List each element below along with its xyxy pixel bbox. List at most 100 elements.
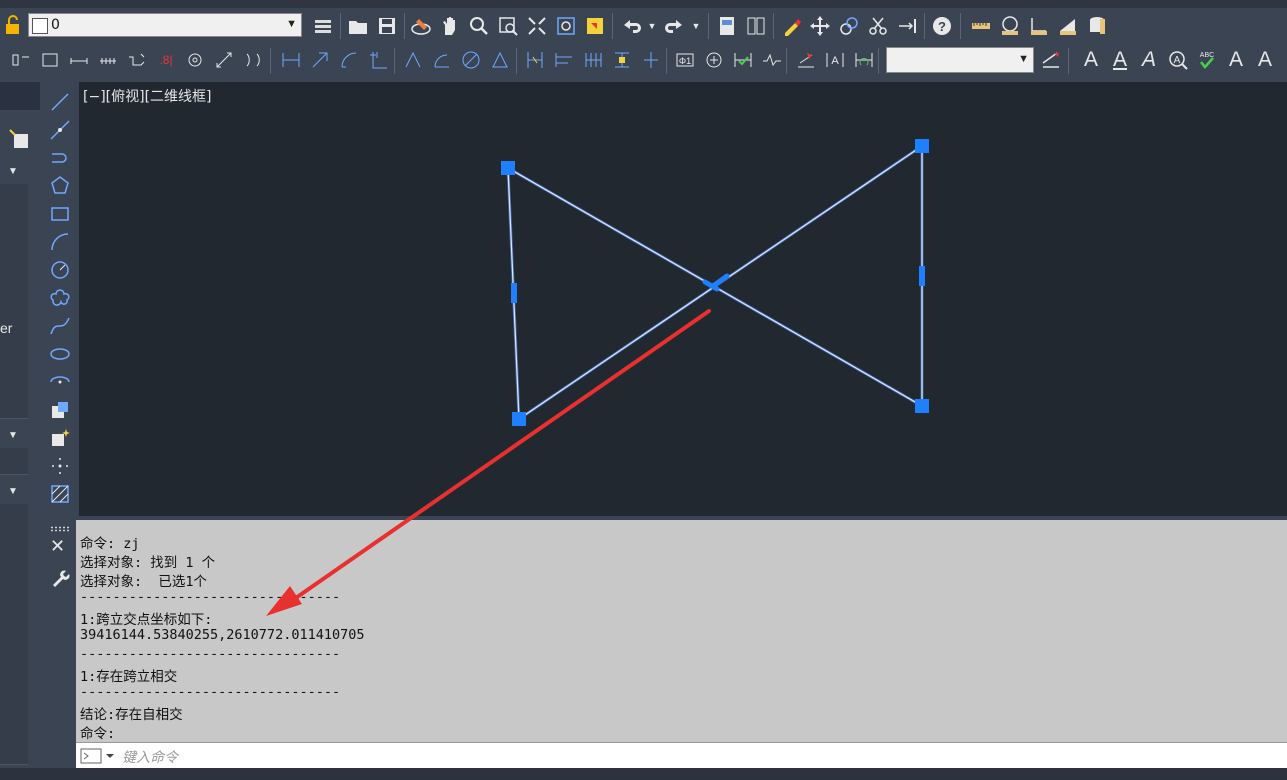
layer-lock-icon[interactable] xyxy=(2,14,24,36)
text-style-icon[interactable]: A xyxy=(1078,47,1104,73)
palette-row[interactable] xyxy=(0,210,28,237)
dim-tolerance-icon[interactable]: .8| xyxy=(153,47,179,73)
insert-block-icon[interactable] xyxy=(48,398,72,422)
palette-row[interactable] xyxy=(0,686,28,713)
jogged-linear-icon[interactable] xyxy=(759,47,785,73)
dim-space-icon[interactable] xyxy=(95,47,121,73)
chevron-down-icon[interactable]: ▼ xyxy=(0,422,26,448)
point-icon[interactable] xyxy=(48,454,72,478)
open-icon[interactable] xyxy=(345,13,371,39)
measure-radius-icon[interactable] xyxy=(997,13,1023,39)
dim-center-icon[interactable] xyxy=(609,47,635,73)
dim-style-dropdown[interactable]: ▼ xyxy=(886,47,1034,73)
dim-arc-icon[interactable] xyxy=(336,47,362,73)
layer-tools-icon[interactable] xyxy=(310,13,336,39)
palette-row[interactable] xyxy=(0,392,28,419)
dim-angular-icon[interactable] xyxy=(400,47,426,73)
ellipse-icon[interactable] xyxy=(48,342,72,366)
zoom-window-icon[interactable] xyxy=(495,13,521,39)
dim-break-icon[interactable] xyxy=(124,47,150,73)
dim-cross-icon[interactable] xyxy=(638,47,664,73)
undo-dropdown-icon[interactable]: ▼ xyxy=(644,13,660,39)
wrench-icon[interactable] xyxy=(49,566,71,593)
dim-check-icon[interactable] xyxy=(730,47,756,73)
ellipse-arc-icon[interactable] xyxy=(48,370,72,394)
zoom-extents-icon[interactable] xyxy=(524,13,550,39)
dim-center-circle-icon[interactable] xyxy=(701,47,727,73)
midpoint-grip[interactable] xyxy=(511,283,517,303)
text-justify-icon[interactable]: A xyxy=(1252,47,1278,73)
dim-continue-icon[interactable] xyxy=(37,47,63,73)
measure-volume-icon[interactable] xyxy=(1084,13,1110,39)
spline-icon[interactable] xyxy=(48,314,72,338)
dim-aligned-icon[interactable] xyxy=(307,47,333,73)
hatch-icon[interactable] xyxy=(48,482,72,506)
polyline-icon[interactable] xyxy=(48,146,72,170)
properties-icon[interactable] xyxy=(714,13,740,39)
polygon-icon[interactable] xyxy=(48,174,72,198)
save-icon[interactable] xyxy=(374,13,400,39)
line-icon[interactable] xyxy=(48,90,72,114)
palette-row[interactable] xyxy=(0,582,28,609)
dim-quick-icon[interactable] xyxy=(8,47,34,73)
palette-row[interactable] xyxy=(0,660,28,687)
command-window-grip[interactable]: ✕ xyxy=(45,520,75,780)
dim-ordinate-icon[interactable] xyxy=(365,47,391,73)
extend-icon[interactable] xyxy=(894,13,920,39)
move-icon[interactable] xyxy=(807,13,833,39)
dim-baseline2-icon[interactable] xyxy=(551,47,577,73)
chevron-down-icon[interactable]: ▼ xyxy=(0,158,26,184)
dim-baseline-icon[interactable] xyxy=(66,47,92,73)
dim-jog-icon[interactable] xyxy=(211,47,237,73)
palette-row[interactable] xyxy=(0,634,28,661)
palette-row[interactable] xyxy=(0,184,28,211)
3d-view-icon[interactable] xyxy=(582,13,608,39)
text-icon[interactable]: A xyxy=(1107,47,1133,73)
palette-row[interactable] xyxy=(0,556,28,583)
layer-dropdown[interactable]: 0 ▼ xyxy=(28,13,302,37)
redo-dropdown-icon[interactable]: ▼ xyxy=(688,13,704,39)
vertex-grip[interactable] xyxy=(512,412,526,426)
measure-distance-icon[interactable] xyxy=(968,13,994,39)
dim-edit-icon[interactable] xyxy=(793,47,819,73)
circle-icon[interactable] xyxy=(48,258,72,282)
spell-check-icon[interactable]: ABC xyxy=(1194,47,1220,73)
match-properties-icon[interactable] xyxy=(779,13,805,39)
midpoint-grip[interactable] xyxy=(919,266,925,286)
palette-row[interactable] xyxy=(0,608,28,635)
chevron-down-icon[interactable]: ▼ xyxy=(0,478,26,504)
construction-line-icon[interactable] xyxy=(48,118,72,142)
dim-angle-icon[interactable] xyxy=(487,47,513,73)
dim-diameter-icon[interactable] xyxy=(458,47,484,73)
rectangle-icon[interactable] xyxy=(48,202,72,226)
drag-handle-icon[interactable] xyxy=(50,526,70,532)
palette-row[interactable] xyxy=(0,288,28,315)
vertex-grip[interactable] xyxy=(501,161,515,175)
center-mark-icon[interactable] xyxy=(182,47,208,73)
drawing-canvas[interactable]: [−][俯视][二维线框] xyxy=(79,82,1287,516)
palette-row[interactable] xyxy=(0,366,28,393)
measure-angle-icon[interactable] xyxy=(1026,13,1052,39)
dim-linear-icon[interactable] xyxy=(278,47,304,73)
palette-row[interactable] xyxy=(0,262,28,289)
palette-row[interactable] xyxy=(0,712,28,739)
copy-icon[interactable] xyxy=(836,13,862,39)
palette-row[interactable] xyxy=(0,236,28,263)
measure-area-icon[interactable] xyxy=(1055,13,1081,39)
command-line-input[interactable]: 键入命令 xyxy=(76,742,1287,768)
make-block-icon[interactable] xyxy=(48,426,72,450)
text-annotative-icon[interactable]: A xyxy=(1136,47,1162,73)
eraser-icon[interactable] xyxy=(408,13,434,39)
palette-row[interactable] xyxy=(0,738,28,765)
text-scale-icon[interactable]: A xyxy=(1223,47,1249,73)
design-center-icon[interactable] xyxy=(743,13,769,39)
undo-icon[interactable] xyxy=(618,13,644,39)
dim-update-icon[interactable] xyxy=(851,47,877,73)
midpoint-grip[interactable] xyxy=(702,273,730,292)
dim-arc-length-icon[interactable] xyxy=(240,47,266,73)
dim-text-edit-icon[interactable]: A xyxy=(822,47,848,73)
redo-icon[interactable] xyxy=(662,13,688,39)
revcloud-icon[interactable] xyxy=(48,286,72,310)
dim-inspect-icon[interactable]: Φ1 xyxy=(672,47,698,73)
vertex-grip[interactable] xyxy=(915,399,929,413)
